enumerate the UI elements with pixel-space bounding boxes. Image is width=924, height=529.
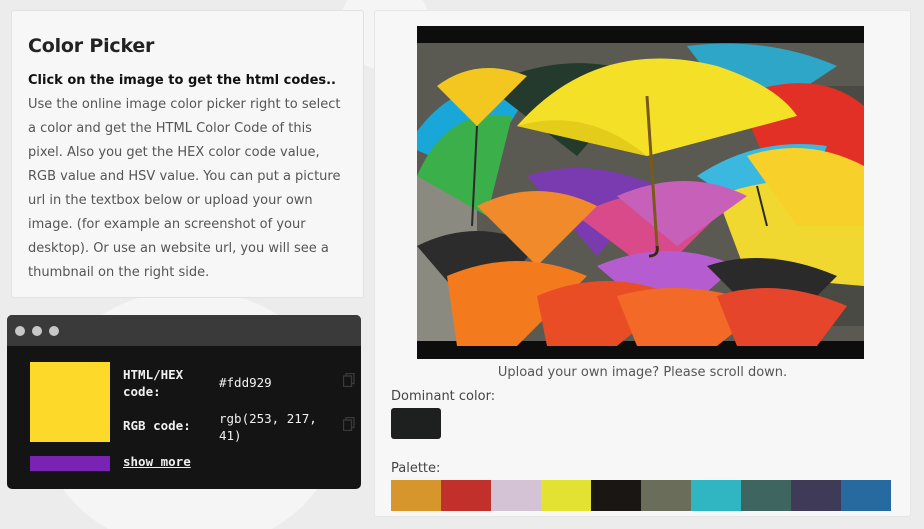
palette-swatch[interactable]: [741, 480, 791, 511]
copy-icon[interactable]: [343, 417, 355, 431]
umbrella-image[interactable]: [417, 26, 864, 359]
palette-bar: [391, 480, 891, 511]
window-dot: [15, 325, 25, 336]
upload-caption: Upload your own image? Please scroll dow…: [497, 365, 788, 380]
palette-swatch[interactable]: [491, 480, 541, 511]
instruction-lead: Click on the image to get the html codes…: [28, 73, 336, 88]
rgb-code-value[interactable]: rgb(253, 217, 41): [219, 410, 317, 444]
palette-swatch[interactable]: [541, 480, 591, 511]
image-panel: Upload your own image? Please scroll dow…: [374, 10, 911, 517]
hex-code-label: HTML/HEX code:: [123, 367, 184, 399]
color-result-card: HTML/HEX code: #fdd929 RGB code: rgb(253…: [7, 315, 361, 489]
copy-icon[interactable]: [343, 373, 355, 387]
palette-swatch[interactable]: [841, 480, 891, 511]
hex-code-value[interactable]: #fdd929: [219, 374, 272, 391]
show-more-link[interactable]: show more: [123, 453, 191, 470]
window-dot: [49, 325, 59, 336]
palette-swatch[interactable]: [441, 480, 491, 511]
palette-swatch[interactable]: [391, 480, 441, 511]
palette-label: Palette:: [391, 461, 441, 476]
rgb-code-label: RGB code:: [123, 418, 191, 433]
page-title: Color Picker: [28, 35, 155, 57]
palette-swatch[interactable]: [691, 480, 741, 511]
info-panel: Color Picker Click on the image to get t…: [11, 10, 364, 298]
palette-swatch[interactable]: [591, 480, 641, 511]
secondary-color-swatch: [30, 456, 110, 471]
card-title-bar: [7, 315, 361, 346]
dominant-color-label: Dominant color:: [391, 389, 496, 404]
palette-swatch[interactable]: [641, 480, 691, 511]
palette-swatch[interactable]: [791, 480, 841, 511]
dominant-color-swatch[interactable]: [391, 408, 441, 439]
selected-color-swatch: [30, 362, 110, 442]
umbrella-photo[interactable]: [417, 26, 864, 359]
instruction-body: Use the online image color picker right …: [28, 97, 341, 280]
window-dot: [32, 325, 42, 336]
